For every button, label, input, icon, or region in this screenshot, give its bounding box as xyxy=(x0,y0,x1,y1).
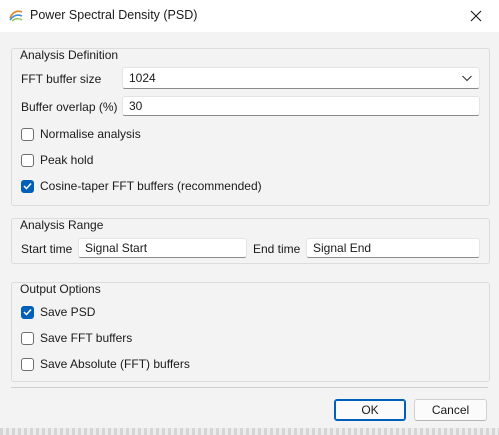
save-psd-checkbox[interactable]: Save PSD xyxy=(21,304,95,320)
start-time-label: Start time xyxy=(21,242,73,256)
app-icon xyxy=(8,7,24,23)
save-fft-buffers-label: Save FFT buffers xyxy=(40,331,133,345)
checkbox-box[interactable] xyxy=(21,179,34,193)
chevron-down-icon xyxy=(462,75,472,82)
checkmark-icon xyxy=(23,182,32,190)
save-absolute-fft-checkbox[interactable]: Save Absolute (FFT) buffers xyxy=(21,356,190,372)
buffer-overlap-input[interactable]: 30 xyxy=(122,96,480,116)
save-fft-buffers-checkbox[interactable]: Save FFT buffers xyxy=(21,330,132,346)
save-psd-label: Save PSD xyxy=(40,305,96,319)
title-bar: Power Spectral Density (PSD) xyxy=(0,0,499,32)
divider xyxy=(11,387,488,388)
window-title: Power Spectral Density (PSD) xyxy=(30,8,198,22)
close-button[interactable] xyxy=(453,0,499,32)
peak-hold-checkbox[interactable]: Peak hold xyxy=(21,152,93,168)
analysis-range-group: Analysis Range Start time Signal Start E… xyxy=(11,218,490,264)
checkbox-box[interactable] xyxy=(21,357,34,371)
checkbox-box[interactable] xyxy=(21,331,34,345)
save-absolute-fft-label: Save Absolute (FFT) buffers xyxy=(40,357,190,371)
checkbox-box[interactable] xyxy=(21,153,34,167)
output-options-group: Output Options Save PSD Save FFT buffers… xyxy=(11,282,490,382)
checkmark-icon xyxy=(23,308,32,316)
background-window-edge xyxy=(0,428,499,435)
fft-buffer-size-label: FFT buffer size xyxy=(21,72,102,86)
fft-buffer-size-select[interactable]: 1024 xyxy=(122,67,480,89)
group-title-analysis-definition: Analysis Definition xyxy=(20,48,119,62)
cosine-taper-checkbox[interactable]: Cosine-taper FFT buffers (recommended) xyxy=(21,178,262,194)
buffer-overlap-label: Buffer overlap (%) xyxy=(21,100,118,114)
cancel-button[interactable]: Cancel xyxy=(414,399,487,421)
peak-hold-label: Peak hold xyxy=(40,153,94,167)
group-title-output-options: Output Options xyxy=(20,282,101,296)
analysis-definition-group: Analysis Definition FFT buffer size 1024… xyxy=(11,48,490,206)
cosine-taper-label: Cosine-taper FFT buffers (recommended) xyxy=(40,179,262,193)
ok-button[interactable]: OK xyxy=(334,399,406,421)
normalise-analysis-label: Normalise analysis xyxy=(40,127,141,141)
group-title-analysis-range: Analysis Range xyxy=(20,218,104,232)
checkbox-box[interactable] xyxy=(21,305,34,319)
normalise-analysis-checkbox[interactable]: Normalise analysis xyxy=(21,126,141,142)
end-time-label: End time xyxy=(253,242,301,256)
end-time-input[interactable]: Signal End xyxy=(306,238,480,258)
fft-buffer-size-value: 1024 xyxy=(129,71,156,85)
start-time-input[interactable]: Signal Start xyxy=(78,238,247,258)
checkbox-box[interactable] xyxy=(21,127,34,141)
close-icon xyxy=(470,10,482,22)
